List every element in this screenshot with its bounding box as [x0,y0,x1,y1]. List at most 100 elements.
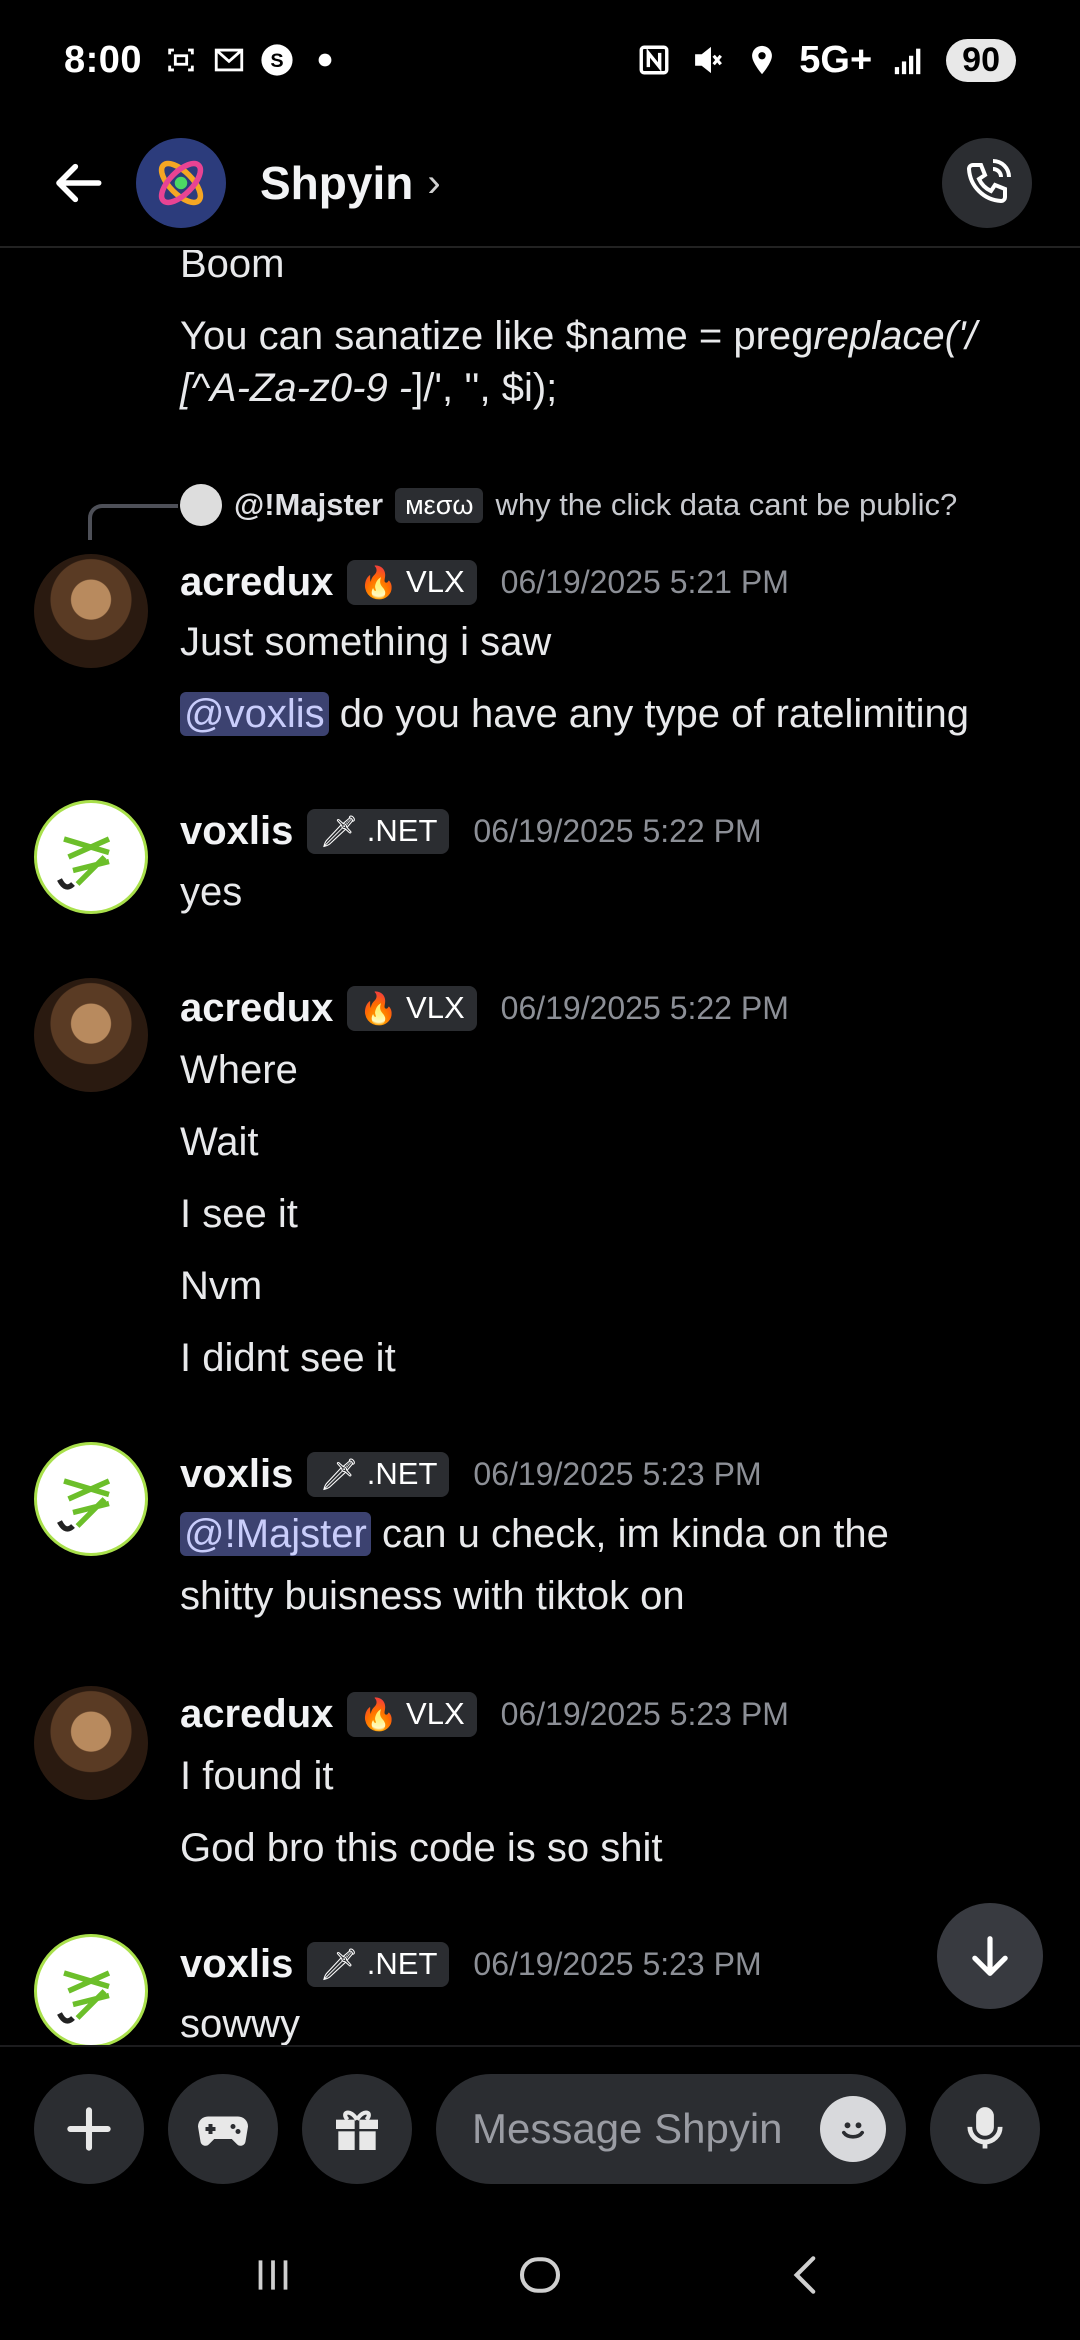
system-nav-bar [0,2210,1080,2340]
message-text: Where [180,1048,298,1092]
message-text: @!Majster can u check, im kinda on the [180,1510,889,1558]
voice-call-button[interactable] [942,138,1032,228]
scribble-avatar-icon [57,1970,111,2024]
home-button[interactable] [490,2235,590,2315]
message-text: God bro this code is so shit [180,1826,663,1870]
message-text: Wait [180,1120,259,1164]
message-header: acredux 🔥 VLX 06/19/2025 5:22 PM [180,982,789,1034]
author-name[interactable]: acredux [180,1692,333,1737]
network-label: 5G+ [799,38,873,81]
gift-icon [336,2110,378,2150]
jump-to-bottom-button[interactable] [937,1903,1043,2009]
avatar[interactable] [34,1442,148,1556]
avatar[interactable] [34,978,148,1092]
home-icon [519,2257,561,2293]
sword-icon: 🗡 [319,1946,359,1982]
guild-tag[interactable]: 🗡 .NET [307,808,450,854]
message-text: Nvm [180,1264,263,1308]
message-text: I didnt see it [180,1336,396,1380]
message-list[interactable]: Boom You can sanatize like $name = pregr… [0,250,1080,2045]
activities-button[interactable] [168,2073,278,2184]
message-header: acredux 🔥 VLX 06/19/2025 5:23 PM [180,1688,789,1740]
sword-icon: 🗡 [319,813,359,849]
channel-title[interactable]: Shpyin [260,156,413,210]
message-text: Boom [180,250,285,286]
chevron-right-icon[interactable]: › [427,161,440,206]
timestamp: 06/19/2025 5:23 PM [500,1695,789,1732]
screenshot-icon [164,43,198,77]
author-name[interactable]: voxlis [180,809,293,854]
channel-avatar[interactable] [136,138,226,228]
message-text: You can sanatize like $name = pregreplac… [180,314,977,358]
system-back-button[interactable] [757,2235,857,2315]
timestamp: 06/19/2025 5:23 PM [473,1945,762,1982]
sword-icon: 🗡 [319,1456,359,1492]
emoji-button[interactable] [820,2095,886,2162]
reply-text: why the click data cant be public? [495,487,958,522]
guild-tag[interactable]: 🗡 .NET [307,1451,450,1497]
message-text: yes [180,870,243,914]
location-icon [745,43,779,77]
gamepad-icon [198,2116,248,2146]
battery-level: 90 [962,40,1000,79]
dot-icon [308,43,342,77]
guild-tag[interactable]: 🔥 VLX [347,559,477,605]
gift-button[interactable] [302,2073,412,2184]
reply-spine [88,504,178,540]
reply-tag: мεσω [395,487,484,523]
avatar[interactable] [34,1934,148,2045]
battery-indicator: 90 [946,38,1016,82]
flame-icon: 🔥 [359,990,399,1026]
status-system-icons: 5G+ 90 [637,38,1016,82]
message-header: voxlis 🗡 .NET 06/19/2025 5:23 PM [180,1938,762,1990]
status-bar: 8:00 S 5G+ 90 [0,0,1080,120]
author-name[interactable]: acredux [180,560,333,605]
flame-icon: 🔥 [359,564,399,600]
guild-tag[interactable]: 🗡 .NET [307,1941,450,1987]
timestamp: 06/19/2025 5:21 PM [500,563,789,600]
message-input[interactable]: Message Shpyin [436,2073,906,2184]
avatar[interactable] [34,1686,148,1800]
mute-icon [691,43,725,77]
add-attachment-button[interactable] [34,2073,144,2184]
status-notification-icons: S [164,43,342,77]
guild-tag[interactable]: 🔥 VLX [347,985,477,1031]
microphone-icon [967,2106,1003,2148]
user-mention[interactable]: @voxlis [180,692,329,736]
author-name[interactable]: voxlis [180,1942,293,1987]
recent-apps-button[interactable] [223,2235,323,2315]
message-text: [^A-Za-z0-9 -]/', '', $i); [180,366,558,410]
phone-icon [966,159,1011,204]
message-header: acredux 🔥 VLX 06/19/2025 5:21 PM [180,556,789,608]
flame-icon: 🔥 [359,1696,399,1732]
signal-icon [892,43,926,77]
message-composer: Message Shpyin [0,2045,1080,2210]
svg-text:S: S [270,50,283,72]
message-text: I see it [180,1192,298,1236]
arrow-left-icon [56,163,102,203]
chevron-left-icon [793,2256,815,2294]
arrow-down-icon [972,1936,1008,1976]
message-text: I found it [180,1754,334,1798]
reply-reference[interactable]: @!Majster мεσω why the click data cant b… [180,484,957,526]
guild-tag[interactable]: 🔥 VLX [347,1691,477,1737]
voice-message-button[interactable] [930,2073,1040,2184]
timestamp: 06/19/2025 5:23 PM [473,1455,762,1492]
avatar[interactable] [34,800,148,914]
smiley-icon [842,2121,864,2139]
scribble-avatar-icon [57,1478,111,1532]
timestamp: 06/19/2025 5:22 PM [473,812,762,849]
author-name[interactable]: voxlis [180,1452,293,1497]
user-mention[interactable]: @!Majster [180,1512,371,1556]
scribble-avatar-icon [57,836,111,890]
author-name[interactable]: acredux [180,986,333,1031]
recents-icon [258,2260,288,2290]
message-text: @voxlis do you have any type of ratelimi… [180,690,969,738]
skype-icon: S [260,43,294,77]
avatar[interactable] [34,554,148,668]
message-header: voxlis 🗡 .NET 06/19/2025 5:23 PM [180,1448,762,1500]
message-text: Just something i saw [180,620,552,664]
channel-header: Shpyin › [0,120,1080,248]
back-button[interactable] [40,143,120,223]
message-text: sowwy [180,2002,301,2045]
